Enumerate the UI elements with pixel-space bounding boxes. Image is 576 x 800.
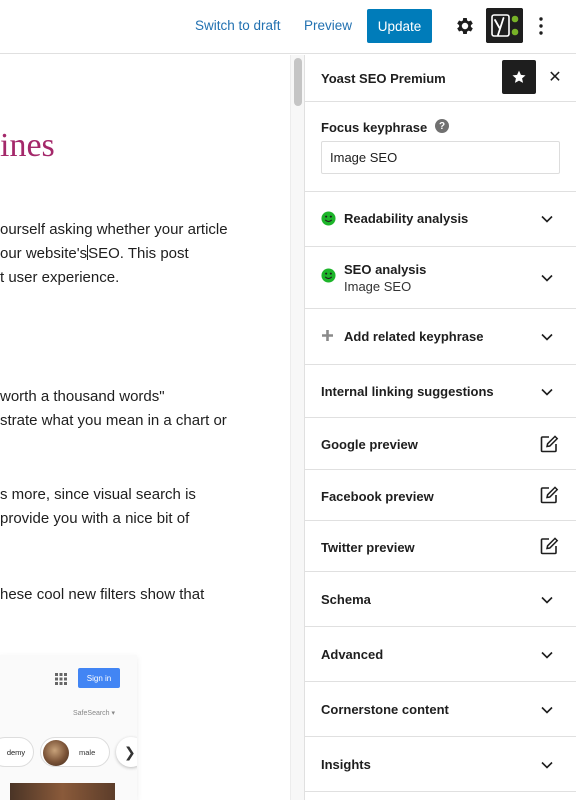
focus-keyphrase-label: Focus keyphrase [321,120,428,135]
paragraph-line: ourself asking whether your article [0,221,228,238]
edit-icon [540,537,559,555]
panel-label: SEO analysis [344,262,427,277]
chevron-down-icon [541,651,553,659]
sidebar-header: Yoast SEO Premium ✕ [305,55,576,102]
panel-readability-analysis[interactable]: Readability analysis [305,192,576,247]
filter-chip: demy [0,737,34,767]
paragraph-block[interactable]: hese cool new filters show that [0,583,204,607]
edit-icon [540,435,559,453]
result-photo [10,783,115,800]
panel-advanced[interactable]: Advanced [305,627,576,682]
scrollbar-thumb[interactable] [294,58,302,106]
paragraph-block[interactable]: worth a thousand words" strate what you … [0,385,227,433]
switch-to-draft-button[interactable]: Switch to draft [195,18,281,33]
panel-seo-analysis[interactable]: SEO analysis Image SEO [305,247,576,309]
star-icon[interactable] [502,60,536,94]
paragraph-line: t user experience. [0,269,120,286]
paragraph-block[interactable]: s more, since visual search is provide y… [0,483,196,531]
editor-canvas[interactable]: ines ourself asking whether your article… [0,55,290,800]
paragraph-line: strate what you mean in a chart or [0,412,227,429]
editor-scrollbar[interactable] [290,55,304,800]
chevron-down-icon [541,388,553,396]
paragraph-block[interactable]: ourself asking whether your article our … [0,218,228,290]
panel-cornerstone-content[interactable]: Cornerstone content [305,682,576,737]
focus-keyphrase-input[interactable] [321,141,560,174]
panel-label: Twitter preview [321,540,415,555]
panel-twitter-preview[interactable]: Twitter preview [305,521,576,572]
paragraph-line: hese cool new filters show that [0,586,205,603]
chip-thumbnail [43,740,69,766]
chevron-down-icon [541,706,553,714]
paragraph-line: worth a thousand words" [0,388,165,405]
paragraph-line: our website'sSEO. This post [0,245,189,262]
panel-add-related-keyphrase[interactable]: Add related keyphrase [305,309,576,365]
chevron-down-icon [541,274,553,282]
panel-schema[interactable]: Schema [305,572,576,627]
post-heading[interactable]: ines [0,127,55,165]
plus-icon [322,330,333,341]
paragraph-line: s more, since visual search is [0,486,196,503]
gear-icon[interactable] [454,15,476,37]
apps-grid-icon [55,673,67,685]
panel-label: Readability analysis [344,211,469,226]
safesearch-label: SafeSearch ▾ [73,710,116,717]
panel-label: Schema [321,592,371,607]
paragraph-line: provide you with a nice bit of [0,510,190,527]
smiley-good-icon [321,268,336,283]
panel-label: Add related keyphrase [344,329,484,344]
panel-label: Insights [321,757,371,772]
help-icon[interactable]: ? [435,119,449,133]
sign-in-button: Sign in [78,668,120,688]
panel-label: Google preview [321,437,418,452]
yoast-logo-icon[interactable] [486,8,523,43]
filter-chip: male [40,737,110,767]
panel-sublabel: Image SEO [344,279,412,294]
smiley-good-icon [321,211,336,226]
panel-label: Advanced [321,647,384,662]
yoast-sidebar: Yoast SEO Premium ✕ Focus keyphrase ? Re… [304,55,576,800]
panel-label: Facebook preview [321,489,434,504]
update-button[interactable]: Update [367,9,432,43]
panel-facebook-preview[interactable]: Facebook preview [305,470,576,521]
star-glyph [512,70,526,83]
chevron-down-icon [541,761,553,769]
sidebar-title: Yoast SEO Premium [321,71,446,86]
close-icon[interactable]: ✕ [545,67,565,87]
chevron-right-icon: ❯ [116,737,137,767]
panel-google-preview[interactable]: Google preview [305,418,576,470]
chip-label: male [79,748,96,757]
chevron-down-icon [541,215,553,223]
chevron-down-icon [541,333,553,341]
edit-icon [540,486,559,504]
editor-toolbar: Switch to draft Preview Update [0,0,576,54]
panel-label: Internal linking suggestions [321,384,494,399]
panel-internal-linking-suggestions[interactable]: Internal linking suggestions [305,365,576,418]
more-options-icon[interactable] [534,14,548,38]
preview-button[interactable]: Preview [304,18,352,33]
panel-label: Cornerstone content [321,702,449,717]
chevron-down-icon [541,596,553,604]
embedded-screenshot-image[interactable]: Sign in SafeSearch ▾ demy male ❯ [0,655,137,800]
panel-insights[interactable]: Insights [305,737,576,792]
